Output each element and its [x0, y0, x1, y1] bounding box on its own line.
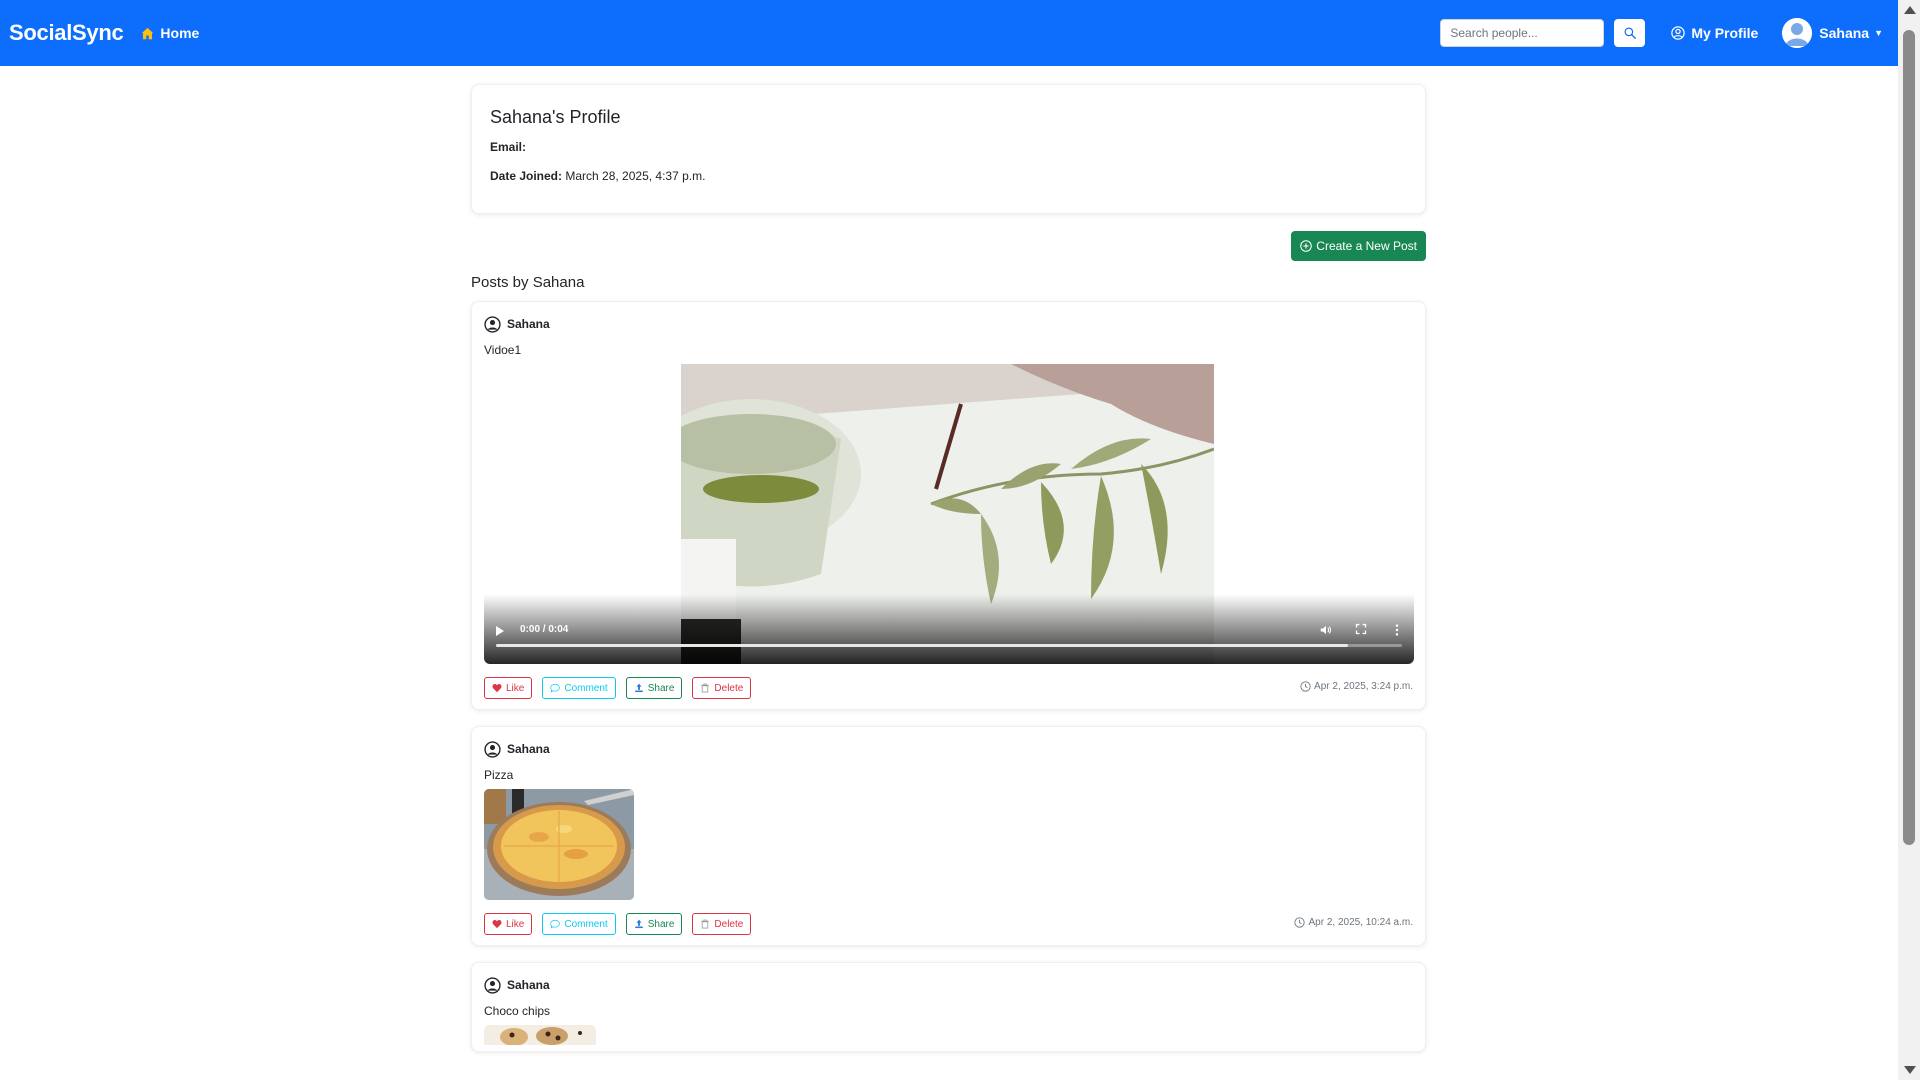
post-author: Sahana	[484, 739, 1413, 759]
like-button[interactable]: Like	[484, 677, 533, 699]
post-author: Sahana	[484, 314, 1413, 334]
person-circle-icon	[1671, 26, 1686, 40]
video-player[interactable]: 0:00 / 0:04	[484, 364, 1414, 664]
create-post-label: Create a New Post	[1316, 239, 1417, 253]
profile-email: Email:	[490, 140, 1407, 154]
person-circle-icon	[484, 315, 501, 333]
post-card: Sahana Pizza Like Comment Share Delete A…	[471, 726, 1426, 946]
post-image[interactable]	[484, 1025, 596, 1045]
top-navbar: SocialSync Home My Profile	[0, 0, 1898, 66]
profile-title: Sahana's Profile	[490, 107, 621, 127]
like-label: Like	[506, 918, 525, 930]
search-icon	[1624, 27, 1636, 39]
post-image[interactable]	[484, 789, 634, 900]
post-actions: Like Comment Share Delete Apr 2, 2025, 1…	[484, 913, 1413, 935]
user-menu-dropdown[interactable]: Sahana ▼	[1782, 18, 1883, 48]
post-text: Pizza	[484, 768, 514, 782]
create-post-button[interactable]: Create a New Post	[1291, 231, 1426, 261]
posts-heading: Posts by Sahana	[471, 274, 585, 291]
delete-button[interactable]: Delete	[692, 913, 752, 935]
post-text: Vidoe1	[484, 343, 522, 357]
post-timestamp: Apr 2, 2025, 3:24 p.m.	[1300, 681, 1413, 692]
share-icon	[634, 919, 643, 929]
delete-label: Delete	[714, 918, 744, 930]
share-icon	[634, 683, 643, 693]
like-button[interactable]: Like	[484, 913, 533, 935]
share-button[interactable]: Share	[625, 677, 683, 699]
trash-icon	[701, 683, 710, 693]
navbar-right: My Profile Sahana ▼	[1440, 0, 1883, 66]
create-post-row: Create a New Post	[471, 231, 1426, 261]
profile-card: Sahana's Profile Email: Date Joined: Mar…	[471, 84, 1426, 214]
nav-home-link[interactable]: Home	[141, 25, 199, 41]
comment-button[interactable]: Comment	[542, 677, 616, 699]
date-joined-label: Date Joined:	[490, 169, 563, 183]
play-icon[interactable]	[496, 626, 504, 636]
post-author: Sahana	[484, 975, 1413, 995]
clock-icon	[1294, 917, 1306, 928]
share-button[interactable]: Share	[625, 913, 683, 935]
chevron-down-icon: ▼	[1874, 28, 1883, 38]
email-label: Email:	[490, 140, 527, 154]
heart-icon	[492, 919, 502, 929]
share-label: Share	[647, 682, 675, 694]
scroll-down-arrow-icon[interactable]	[1904, 1066, 1916, 1074]
scroll-up-arrow-icon[interactable]	[1904, 6, 1916, 14]
main-content: Sahana's Profile Email: Date Joined: Mar…	[471, 84, 1426, 1052]
page-scrollbar[interactable]	[1898, 0, 1920, 1080]
nav-my-profile-link[interactable]: My Profile	[1671, 25, 1758, 41]
post-author-name: Sahana	[507, 978, 550, 992]
profile-date-joined: Date Joined: March 28, 2025, 4:37 p.m.	[490, 169, 1407, 183]
share-label: Share	[647, 918, 675, 930]
user-avatar-icon	[1782, 18, 1813, 48]
post-timestamp-text: Apr 2, 2025, 3:24 p.m.	[1314, 681, 1413, 692]
delete-label: Delete	[714, 682, 744, 694]
delete-button[interactable]: Delete	[692, 677, 752, 699]
post-timestamp: Apr 2, 2025, 10:24 a.m.	[1294, 917, 1413, 928]
post-timestamp-text: Apr 2, 2025, 10:24 a.m.	[1308, 917, 1413, 928]
post-actions: Like Comment Share Delete Apr 2, 2025, 3…	[484, 677, 1413, 699]
comment-label: Comment	[564, 918, 608, 930]
person-circle-icon	[484, 740, 501, 758]
chat-icon	[550, 919, 561, 929]
post-text: Choco chips	[484, 1004, 551, 1018]
chat-icon	[550, 683, 561, 693]
more-options-icon[interactable]	[1394, 623, 1400, 640]
search-input[interactable]	[1440, 19, 1605, 47]
comment-label: Comment	[564, 682, 608, 694]
date-joined-value: March 28, 2025, 4:37 p.m.	[565, 169, 706, 183]
video-controls: 0:00 / 0:04	[484, 620, 1414, 664]
comment-button[interactable]: Comment	[542, 913, 616, 935]
post-author-name: Sahana	[507, 317, 550, 331]
nav-home-label: Home	[160, 25, 200, 41]
nav-my-profile-label: My Profile	[1691, 25, 1759, 41]
clock-icon	[1300, 681, 1311, 692]
video-progress-fill	[496, 644, 1348, 647]
brand-logo[interactable]: SocialSync	[9, 20, 124, 46]
home-icon	[142, 27, 154, 39]
post-author-name: Sahana	[507, 742, 550, 756]
volume-icon[interactable]	[1320, 624, 1332, 639]
scrollbar-thumb[interactable]	[1903, 30, 1915, 845]
heart-icon	[492, 683, 502, 693]
plus-circle-icon	[1300, 240, 1313, 252]
like-label: Like	[506, 682, 525, 694]
search-button[interactable]	[1614, 19, 1646, 47]
post-card: Sahana Choco chips	[471, 962, 1426, 1052]
trash-icon	[701, 919, 710, 929]
video-progress-bar[interactable]	[496, 644, 1402, 647]
avatar	[1782, 18, 1813, 48]
video-time: 0:00 / 0:04	[520, 624, 569, 635]
fullscreen-icon[interactable]	[1355, 623, 1367, 638]
post-card: Sahana Vidoe1 0:00 / 0:04 Like Comment S…	[471, 301, 1426, 710]
person-circle-icon	[484, 976, 501, 994]
user-menu-name: Sahana	[1819, 25, 1870, 41]
